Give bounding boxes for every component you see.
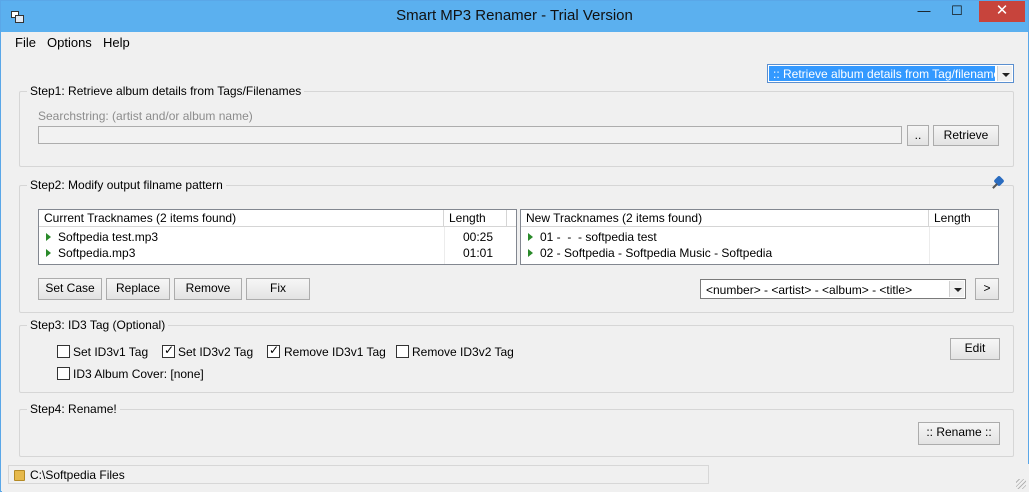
step1-group: Step1: Retrieve album details from Tags/… xyxy=(19,84,1014,167)
retrieve-button[interactable]: Retrieve xyxy=(933,125,999,146)
mode-select-value: :: Retrieve album details from Tag/filen… xyxy=(773,67,1011,81)
remove-id3v1-checkbox[interactable] xyxy=(267,343,280,358)
row-arrow-icon xyxy=(528,233,533,241)
app-window: Smart MP3 Renamer - Trial Version — ☐ ✕ … xyxy=(0,0,1029,492)
set-id3v1-label[interactable]: Set ID3v1 Tag xyxy=(73,345,148,359)
step3-group: Step3: ID3 Tag (Optional) Set ID3v1 Tag … xyxy=(19,318,1014,393)
album-cover-label[interactable]: ID3 Album Cover: [none] xyxy=(73,367,204,381)
track-name: Softpedia.mp3 xyxy=(58,246,136,260)
mode-select[interactable]: :: Retrieve album details from Tag/filen… xyxy=(767,64,1014,83)
step4-group: Step4: Rename! :: Rename :: xyxy=(19,402,1014,457)
window-title: Smart MP3 Renamer - Trial Version xyxy=(396,7,633,24)
step2-title: Step2: Modify output filname pattern xyxy=(27,178,226,192)
pattern-select[interactable]: <number> - <artist> - <album> - <title> xyxy=(700,279,966,299)
new-tracks-list[interactable]: New Tracknames (2 items found) Length 01… xyxy=(520,209,999,265)
menu-help[interactable]: Help xyxy=(103,35,130,50)
search-input[interactable] xyxy=(38,126,902,144)
pin-icon[interactable] xyxy=(991,176,1005,190)
set-id3v2-checkbox[interactable] xyxy=(162,343,175,358)
fix-button[interactable]: Fix xyxy=(246,278,310,300)
folder-icon xyxy=(14,470,25,481)
album-cover-checkbox[interactable] xyxy=(57,367,70,380)
replace-button[interactable]: Replace xyxy=(106,278,170,300)
table-row[interactable]: 01 - - - softpedia test xyxy=(521,229,998,245)
minimize-button[interactable]: — xyxy=(910,1,938,22)
remove-id3v2-checkbox[interactable] xyxy=(396,345,409,358)
rename-button[interactable]: :: Rename :: xyxy=(918,422,1000,445)
apply-pattern-button[interactable]: > xyxy=(975,278,999,300)
menu-bar: File Options Help xyxy=(1,32,1028,52)
remove-id3v2-label[interactable]: Remove ID3v2 Tag xyxy=(412,345,514,359)
step2-group: Step2: Modify output filname pattern Cur… xyxy=(19,178,1014,313)
step4-title: Step4: Rename! xyxy=(27,402,120,416)
browse-button[interactable]: .. xyxy=(907,125,929,146)
title-bar[interactable]: Smart MP3 Renamer - Trial Version — ☐ ✕ xyxy=(1,1,1028,32)
set-id3v2-label[interactable]: Set ID3v2 Tag xyxy=(178,345,253,359)
col-current-name[interactable]: Current Tracknames (2 items found) xyxy=(39,210,444,227)
current-tracks-header: Current Tracknames (2 items found) Lengt… xyxy=(39,210,516,227)
track-length: 01:01 xyxy=(463,246,494,260)
table-row[interactable]: Softpedia.mp3 01:01 xyxy=(39,245,516,261)
search-label: Searchstring: (artist and/or album name) xyxy=(38,109,253,123)
track-name: 02 - Softpedia - Softpedia Music - Softp… xyxy=(540,246,773,260)
new-tracks-header: New Tracknames (2 items found) Length xyxy=(521,210,998,227)
set-id3v1-checkbox[interactable] xyxy=(57,345,70,358)
step1-title: Step1: Retrieve album details from Tags/… xyxy=(27,84,305,98)
track-length: 00:25 xyxy=(463,230,494,244)
maximize-button[interactable]: ☐ xyxy=(943,1,971,22)
row-arrow-icon xyxy=(528,249,533,257)
col-new-name[interactable]: New Tracknames (2 items found) xyxy=(521,210,929,227)
row-arrow-icon xyxy=(46,233,51,241)
remove-button[interactable]: Remove xyxy=(174,278,242,300)
step3-title: Step3: ID3 Tag (Optional) xyxy=(27,318,169,332)
menu-file[interactable]: File xyxy=(15,35,36,50)
current-tracks-list[interactable]: Current Tracknames (2 items found) Lengt… xyxy=(38,209,517,265)
status-bar: C:\Softpedia Files xyxy=(2,464,1029,492)
menu-options[interactable]: Options xyxy=(47,35,92,50)
pattern-select-value: <number> - <artist> - <album> - <title> xyxy=(706,283,913,297)
row-arrow-icon xyxy=(46,249,51,257)
col-current-length[interactable]: Length xyxy=(444,210,507,227)
table-row[interactable]: Softpedia test.mp3 00:25 xyxy=(39,229,516,245)
col-new-length[interactable]: Length xyxy=(929,210,998,227)
table-row[interactable]: 02 - Softpedia - Softpedia Music - Softp… xyxy=(521,245,998,261)
remove-id3v1-label[interactable]: Remove ID3v1 Tag xyxy=(284,345,386,359)
resize-grip-icon[interactable] xyxy=(1016,479,1026,489)
track-name: 01 - - - softpedia test xyxy=(540,230,657,244)
status-path: C:\Softpedia Files xyxy=(30,468,125,482)
edit-button[interactable]: Edit xyxy=(950,338,1000,360)
close-button[interactable]: ✕ xyxy=(979,1,1025,22)
chevron-down-icon[interactable] xyxy=(949,281,964,297)
set-case-button[interactable]: Set Case xyxy=(38,278,102,300)
status-path-pane: C:\Softpedia Files xyxy=(8,465,709,484)
track-name: Softpedia test.mp3 xyxy=(58,230,159,244)
chevron-down-icon[interactable] xyxy=(997,66,1012,81)
